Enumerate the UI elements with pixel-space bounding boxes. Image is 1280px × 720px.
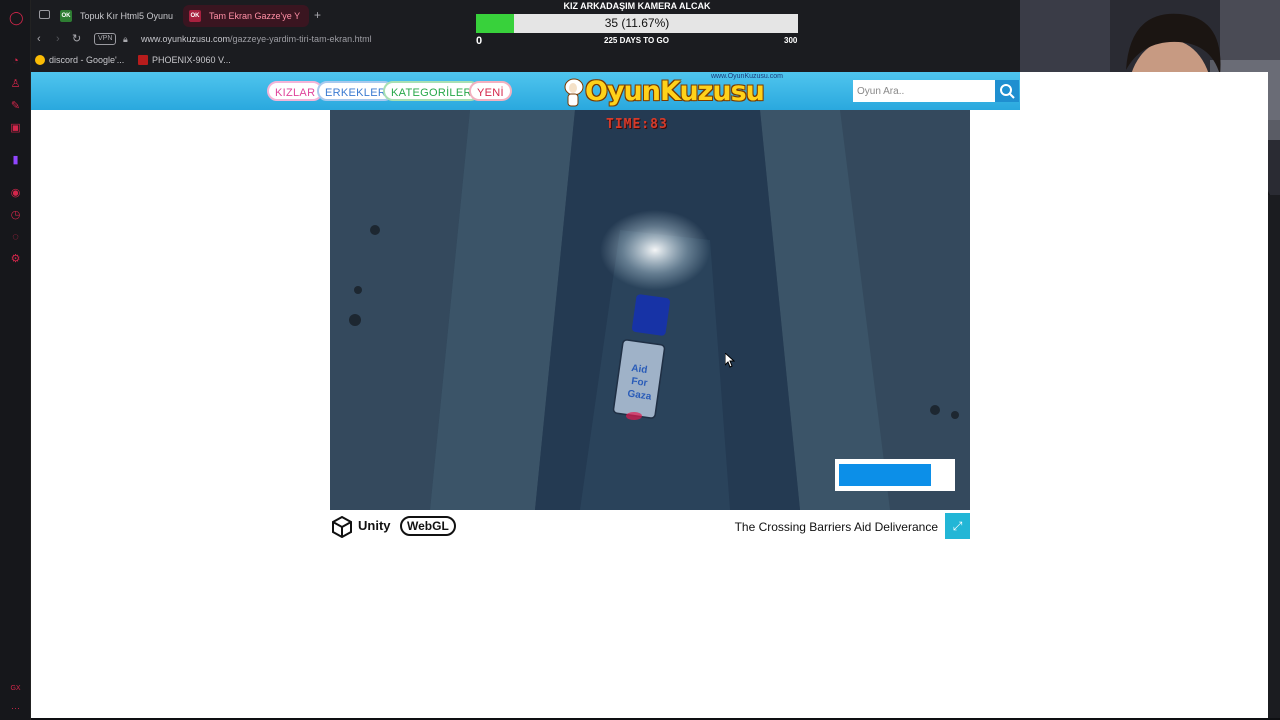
phoenix-favicon-icon [138, 55, 148, 65]
goal-max: 300 [784, 36, 798, 45]
svg-text:Aid: Aid [631, 363, 648, 376]
goal-progress-bar: 35 (11.67%) [476, 14, 798, 33]
tab-label: Topuk Kır Html5 Oyunu Oy [80, 11, 176, 21]
site-header: KIZLAR ERKEKLER KATEGORİLER YENİ www.Oyu… [31, 72, 1020, 110]
tab-overview-icon[interactable] [39, 10, 50, 19]
nav-kategoriler[interactable]: KATEGORİLER [383, 81, 480, 101]
google-icon [35, 55, 45, 65]
new-tab-button[interactable]: + [314, 8, 321, 22]
vpn-badge[interactable]: VPN [94, 33, 117, 45]
bookmark-label: discord - Google'... [49, 55, 125, 65]
game-canvas[interactable]: Aid For Gaza TIME:83 [330, 110, 970, 510]
chat-icon[interactable]: ◌ [9, 231, 22, 244]
twitch-icon[interactable]: ▮ [9, 154, 22, 167]
address-bar: ‹ › ↻ VPN 🔒︎ www.oyunkuzusu.com/gazzeye-… [31, 31, 1020, 49]
unity-label: Unity [358, 518, 391, 533]
url-path: /gazzeye-yardim-tiri-tam-ekran.html [230, 34, 372, 44]
mouse-cursor-icon [725, 353, 735, 368]
forward-icon[interactable]: › [56, 32, 60, 46]
game-level-progress-fill [839, 464, 931, 486]
game-level-progress [835, 459, 955, 491]
history-icon[interactable]: ◷ [9, 209, 22, 222]
oyunkuzusu-favicon-icon: OK [189, 10, 201, 22]
lock-icon[interactable]: 🔒︎ [123, 32, 128, 46]
bookmark-label: PHOENIX-9060 V... [152, 55, 231, 65]
svg-text:For: For [631, 376, 649, 389]
bookmarks-bar: discord - Google'... PHOENIX-9060 V... [31, 49, 1020, 72]
nav-yeni[interactable]: YENİ [469, 81, 512, 101]
tab-tam-ekran[interactable]: OK Tam Ekran Gazze'ye Y [183, 5, 309, 27]
gx-label: GX [10, 685, 21, 692]
search-icon [1000, 84, 1015, 99]
player-icon[interactable]: ◉ [9, 187, 22, 200]
game-timer: TIME:83 [606, 117, 668, 132]
tab-label: Tam Ekran Gazze'ye Y [209, 11, 301, 21]
url-field[interactable]: www.oyunkuzusu.com/gazzeye-yardim-tiri-t… [141, 33, 372, 45]
search-button[interactable] [995, 80, 1019, 102]
goal-days-left: 225 DAYS TO GO [604, 36, 669, 45]
bookmark-discord[interactable]: discord - Google'... [35, 54, 124, 66]
website: KIZLAR ERKEKLER KATEGORİLER YENİ www.Oyu… [31, 72, 1268, 718]
sidebar-more-icon[interactable]: ··· [9, 702, 22, 715]
expand-icon: ⤢ [952, 519, 963, 533]
pen-icon[interactable]: ✎ [9, 100, 22, 113]
game-scene: Aid For Gaza [330, 110, 970, 510]
oyunkuzusu-favicon-icon: OK [60, 10, 72, 22]
webgl-badge: WebGL [400, 516, 456, 536]
nav-kizlar[interactable]: KIZLAR [267, 81, 324, 101]
right-scrollbar-area [1268, 195, 1280, 718]
goal-min: 0 [476, 35, 483, 47]
tab-topuk-kir[interactable]: OK Topuk Kır Html5 Oyunu Oy [54, 5, 176, 27]
game-title: The Crossing Barriers Aid Deliverance [734, 520, 938, 534]
unity-logo-icon [332, 516, 352, 538]
fullscreen-button[interactable]: ⤢ [945, 513, 970, 539]
unity-footer: Unity WebGL The Crossing Barriers Aid De… [330, 513, 970, 539]
goal-progress-text: 35 (11.67%) [604, 16, 670, 30]
bookmark-phoenix[interactable]: PHOENIX-9060 V... [138, 54, 231, 66]
aria-icon[interactable]: ◔ [9, 55, 22, 68]
settings-icon[interactable]: ⚙ [9, 253, 22, 266]
wallet-icon[interactable]: ♙ [9, 78, 22, 91]
search-input[interactable] [853, 80, 995, 102]
opera-logo-icon[interactable]: ◯ [9, 11, 24, 24]
site-logo[interactable]: OyunKuzusu [585, 75, 765, 108]
back-icon[interactable]: ‹ [37, 32, 41, 46]
messenger-icon[interactable]: ▣ [9, 122, 22, 135]
url-domain: www.oyunkuzusu.com [141, 34, 231, 44]
reload-icon[interactable]: ↻ [72, 32, 81, 46]
browser-sidebar: ◯ ◔ ♙ ✎ ▣ ▮ ◉ ◷ ◌ ⚙ GX ··· [0, 0, 31, 720]
goal-title: KIZ ARKADAŞIM KAMERA ALCAK [563, 1, 711, 11]
